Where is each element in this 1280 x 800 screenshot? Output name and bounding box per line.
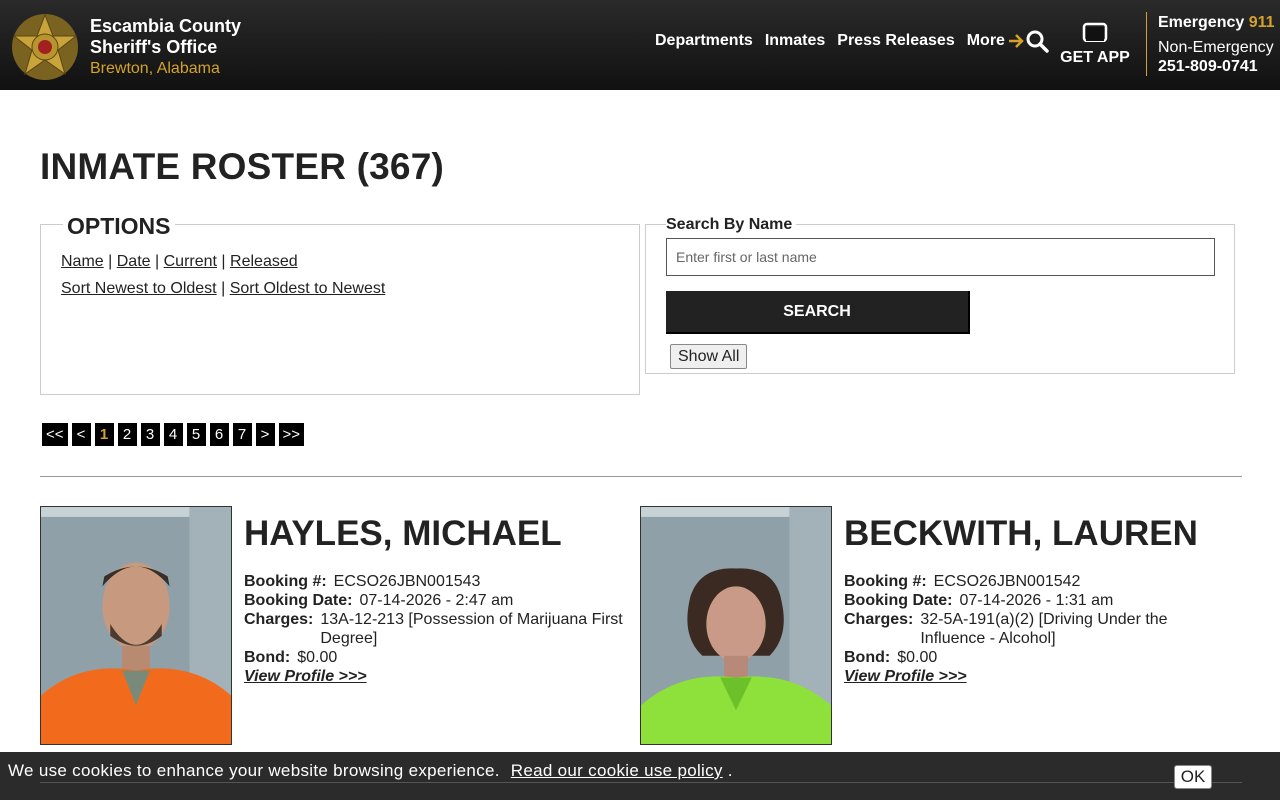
inmate-name: HAYLES, MICHAEL — [244, 514, 562, 553]
page-7[interactable]: 7 — [232, 423, 252, 446]
site-header: Escambia County Sheriff's Office Brewton… — [0, 0, 1280, 90]
charges-label: Charges: — [244, 611, 314, 628]
get-app-button[interactable]: GET APP — [1060, 22, 1130, 67]
view-profile-link[interactable]: View Profile >>> — [844, 667, 967, 686]
booking-number: ECSO26JBN001542 — [933, 573, 1081, 590]
filter-current-link[interactable]: Current — [164, 253, 217, 270]
booking-date: 07-14-2026 - 2:47 am — [359, 592, 514, 609]
page-4[interactable]: 4 — [163, 423, 183, 446]
inmate-info: Booking #: ECSO26JBN001542 Booking Date: 0… — [844, 572, 1229, 686]
nonemergency-phone[interactable]: 251-809-0741 — [1158, 57, 1275, 76]
booking-number-label: Booking #: — [244, 573, 327, 590]
cookie-ok-button[interactable]: OK — [1174, 765, 1212, 789]
brand-location: Brewton, Alabama — [90, 60, 220, 77]
bond-amount: $0.00 — [897, 649, 938, 666]
bond-label: Bond: — [244, 649, 291, 666]
options-panel: OPTIONS Name | Date | Current | Released… — [40, 213, 640, 395]
sort-newest-link[interactable]: Sort Newest to Oldest — [61, 280, 217, 297]
inmate-name: BECKWITH, LAUREN — [844, 514, 1198, 553]
main-nav: Departments Inmates Press Releases More — [655, 32, 1025, 50]
inmate-photo[interactable] — [640, 506, 832, 745]
filter-links: Name | Date | Current | Released — [61, 253, 298, 271]
show-all-button[interactable]: Show All — [670, 344, 748, 369]
cookie-policy-link[interactable]: Read our cookie use policy — [511, 761, 723, 780]
nav-departments[interactable]: Departments — [655, 32, 753, 50]
bond-label: Bond: — [844, 649, 891, 666]
charges: 13A-12-213 [Possession of Marijuana Firs… — [320, 611, 623, 647]
inmate-card: BECKWITH, LAUREN Booking #: ECSO26JBN0015… — [640, 506, 1230, 746]
separator: | — [155, 253, 160, 270]
separator: | — [108, 253, 113, 270]
sort-links: Sort Newest to Oldest | Sort Oldest to N… — [61, 280, 385, 298]
page-next[interactable]: > — [255, 423, 275, 446]
separator: | — [221, 253, 226, 270]
emergency-line[interactable]: Emergency 911 — [1158, 14, 1275, 31]
booking-date-label: Booking Date: — [844, 592, 953, 609]
cookie-banner: We use cookies to enhance your website b… — [0, 752, 1280, 800]
nav-press-releases[interactable]: Press Releases — [837, 32, 954, 50]
booking-date: 07-14-2026 - 1:31 am — [959, 592, 1114, 609]
booking-number: ECSO26JBN001543 — [333, 573, 481, 590]
emergency-number: 911 — [1248, 14, 1275, 31]
cookie-message: We use cookies to enhance your website b… — [8, 761, 733, 781]
nonemergency-label: Non-Emergency — [1158, 39, 1274, 56]
arrow-right-icon — [1008, 34, 1024, 48]
phone-icon — [1082, 22, 1108, 43]
nav-more-label: More — [966, 32, 1005, 49]
bond-amount: $0.00 — [297, 649, 338, 666]
page-2[interactable]: 2 — [117, 423, 137, 446]
nav-more[interactable]: More — [967, 32, 1025, 50]
search-panel: Search By Name SEARCH Show All — [645, 216, 1235, 374]
nav-inmates[interactable]: Inmates — [765, 32, 825, 50]
page-5[interactable]: 5 — [186, 423, 206, 446]
get-app-label: GET APP — [1060, 49, 1130, 66]
charges: 32-5A-191(a)(2) [Driving Under the Influ… — [920, 611, 1168, 647]
inmate-photo[interactable] — [40, 506, 232, 745]
cookie-text: We use cookies to enhance your website b… — [8, 761, 500, 780]
contact-block: Emergency 911 Non-Emergency 251-809-0741 — [1158, 13, 1275, 76]
brand-name-line2: Sheriff's Office — [90, 37, 218, 57]
sheriff-star-logo[interactable] — [10, 12, 80, 82]
booking-date-label: Booking Date: — [244, 592, 353, 609]
page-6[interactable]: 6 — [209, 423, 229, 446]
divider — [40, 476, 1242, 477]
separator: | — [221, 280, 226, 297]
page-1[interactable]: 1 — [94, 423, 114, 446]
search-button[interactable]: SEARCH — [666, 291, 970, 334]
search-icon[interactable] — [1025, 29, 1049, 53]
options-heading: OPTIONS — [63, 213, 175, 240]
page-last[interactable]: >> — [278, 423, 305, 446]
page-3[interactable]: 3 — [140, 423, 160, 446]
page-prev[interactable]: < — [71, 423, 91, 446]
divider — [40, 782, 1242, 783]
search-input[interactable] — [666, 238, 1215, 276]
filter-released-link[interactable]: Released — [230, 253, 298, 270]
pagination: << < 1 2 3 4 5 6 7 > >> — [42, 423, 305, 446]
view-profile-link[interactable]: View Profile >>> — [244, 667, 367, 686]
charges-label: Charges: — [844, 611, 914, 628]
inmate-info: Booking #: ECSO26JBN001543 Booking Date: 0… — [244, 572, 629, 686]
brand-block[interactable]: Escambia County Sheriff's Office Brewton… — [90, 16, 241, 79]
page-title: INMATE ROSTER (367) — [40, 146, 444, 187]
page-first[interactable]: << — [42, 423, 68, 446]
emergency-label: Emergency — [1158, 14, 1245, 31]
search-label: Search By Name — [666, 216, 797, 234]
header-divider — [1146, 12, 1147, 76]
booking-number-label: Booking #: — [844, 573, 927, 590]
sort-oldest-link[interactable]: Sort Oldest to Newest — [230, 280, 386, 297]
filter-name-link[interactable]: Name — [61, 253, 104, 270]
filter-date-link[interactable]: Date — [117, 253, 151, 270]
inmate-card: HAYLES, MICHAEL Booking #: ECSO26JBN00154… — [40, 506, 630, 746]
brand-name-line1: Escambia County — [90, 16, 242, 36]
cookie-suffix: . — [727, 761, 733, 780]
